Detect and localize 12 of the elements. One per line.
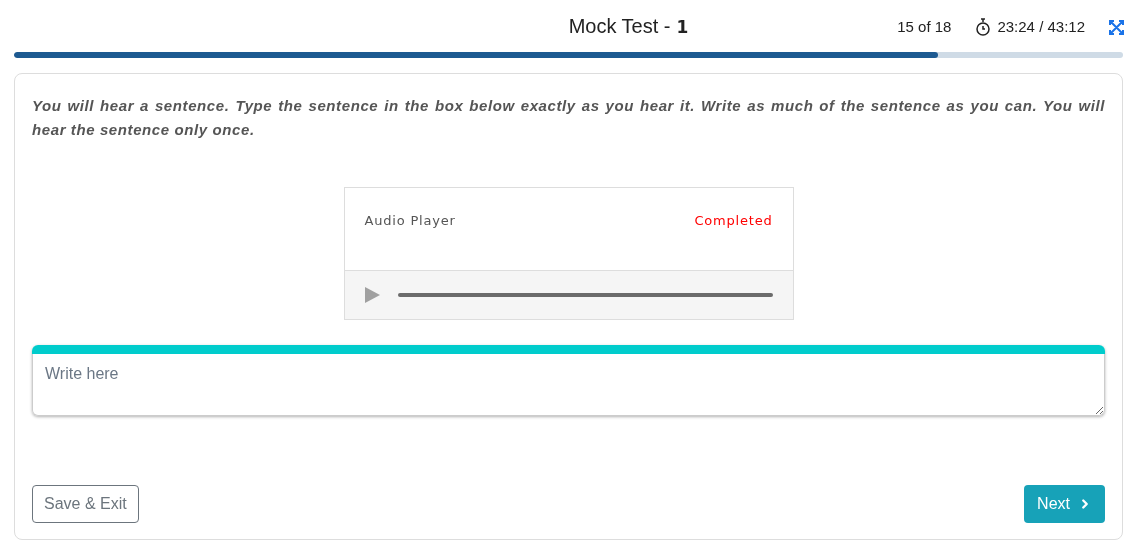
question-counter: 15 of 18 <box>897 17 952 37</box>
test-number: 1 <box>676 16 689 39</box>
audio-status: Completed <box>694 212 773 230</box>
play-icon[interactable] <box>364 287 380 303</box>
page-title: Mock Test - <box>568 14 671 39</box>
timer: 23:24 / 43:12 <box>997 17 1085 37</box>
fullscreen-icon[interactable] <box>1109 19 1124 35</box>
next-button[interactable]: Next <box>1024 485 1105 523</box>
stopwatch-icon <box>975 18 992 37</box>
instructions: You will hear a sentence. Type the sentence in the box below exactly as you hear it. Write as much of the sentence as you can. You will hear the sentence only once. <box>32 96 1105 140</box>
audio-player-label: Audio Player <box>364 212 456 230</box>
save-exit-button[interactable]: Save & Exit <box>32 485 139 523</box>
